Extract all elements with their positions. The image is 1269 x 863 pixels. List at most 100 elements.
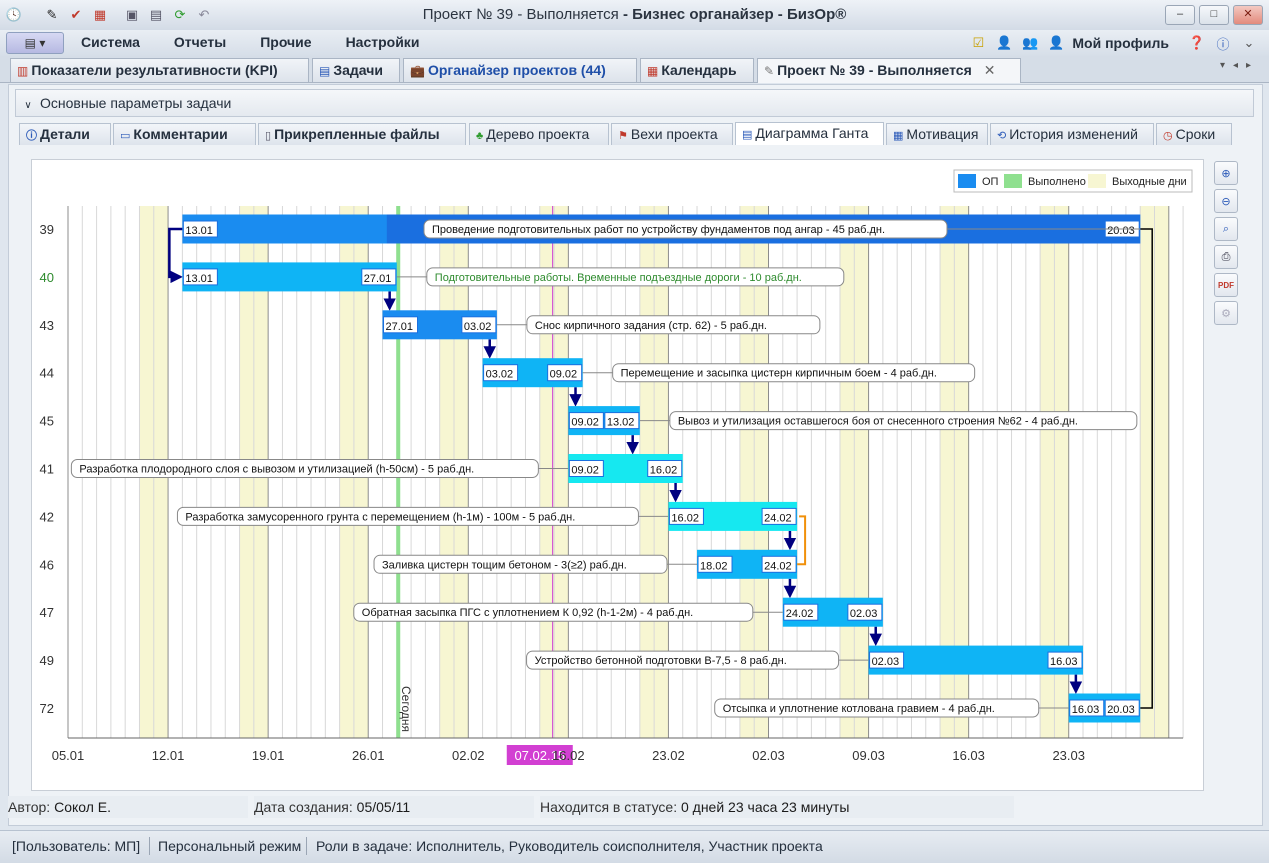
project-icon: ✎ [764,64,775,78]
subtab-history[interactable]: ⟲ История изменений [990,123,1154,145]
app-menu-button[interactable]: ▤ ▾ [6,32,64,54]
legend-swatch-done [1004,174,1022,188]
window-title-app: Бизнес органайзер - БизОр® [632,6,847,23]
minimize-button[interactable]: – [1165,5,1195,25]
print-icon[interactable]: ⎙ [1214,245,1238,269]
bar-start-date: 03.02 [486,369,514,381]
checklist-icon[interactable]: ☑ [968,33,988,53]
date-tick-label: 23.03 [1052,748,1085,763]
tab-tasks[interactable]: ▤ Задачи [312,58,400,82]
tree-icon: ♣ [476,130,484,142]
bar-start-date: 13.01 [185,225,213,237]
settings-gear-icon[interactable]: ⚙ [1214,301,1238,325]
tab-calendar[interactable]: ▦ Календарь [640,58,754,82]
tab-project-organizer-label: Органайзер проектов (44) [427,62,606,78]
date-tick-label: 19.01 [252,748,285,763]
menu-item-reports[interactable]: Отчеты [157,34,243,50]
date-tick-label: 02.02 [452,748,485,763]
legend-swatch-op [958,174,976,188]
about-icon[interactable]: ⓘ [1213,33,1233,53]
bar-end-date: 02.03 [850,608,878,620]
gantt-icon: ▤ [742,129,753,141]
gantt-chart[interactable]: Сегодня 13.01 20.03 13.01 27.01 27.01 03.02 03… [31,159,1204,791]
task-label: Разработка замусоренного грунта с переме… [185,511,575,523]
row-id-label: 44 [40,366,54,381]
legend-swatch-weekend [1088,174,1106,188]
chart-toolbar: ⊕ ⊖ ⌕ ⎙ PDF ⚙ [1214,161,1238,325]
task-info-bar: Автор: Сокол Е. Дата создания: 05/05/11 … [8,796,1261,820]
subtab-project-tree[interactable]: ♣ Дерево проекта [469,123,609,145]
motivation-icon: ▦ [893,130,904,142]
row-id-label: 45 [40,414,54,429]
subtab-deadlines[interactable]: ◷ Сроки [1156,123,1232,145]
pdf-icon[interactable]: PDF [1214,273,1238,297]
bar-end-date: 20.03 [1107,225,1135,237]
user-icon[interactable]: 👤 [994,33,1014,53]
date-tick-label: 26.01 [352,748,385,763]
author-field: Автор: Сокол Е. [8,796,248,818]
tab-navigation[interactable]: ▾◂▸ [1220,60,1259,71]
bar-end-date: 03.02 [464,321,492,333]
zoom-reset-icon[interactable]: ⌕ [1214,217,1238,241]
menu-item-system[interactable]: Система [64,34,157,50]
subtab-details[interactable]: ⓘ Детали [19,123,111,145]
subtab-milestones-label: Вехи проекта [630,126,718,142]
subtab-gantt-label: Диаграмма Ганта [755,125,869,141]
maximize-button[interactable]: □ [1199,5,1229,25]
bar-end-date: 16.02 [650,465,678,477]
zoom-in-icon[interactable]: ⊕ [1214,161,1238,185]
row-id-label: 46 [40,557,54,572]
my-profile-link[interactable]: Мой профиль [1072,35,1169,51]
menu-item-other[interactable]: Прочие [243,34,328,50]
status-duration-field: Находится в статусе: 0 дней 23 часа 23 м… [540,796,1014,818]
subtab-motivation[interactable]: ▦ Мотивация [886,123,988,145]
users-icon[interactable]: 👥 [1020,33,1040,53]
main-params-section[interactable]: ∨ Основные параметры задачи [15,89,1254,117]
date-tick-label: 23.02 [652,748,685,763]
author-label: Автор: [8,799,51,815]
close-window-button[interactable]: ✕ [1233,5,1263,25]
milestone-icon: ⚑ [618,130,628,142]
status-duration-label: Находится в статусе: [540,799,678,815]
created-field: Дата создания: 05/05/11 [254,796,534,818]
subtab-gantt[interactable]: ▤ Диаграмма Ганта [735,122,884,145]
subtab-attachments[interactable]: ▯ Прикрепленные файлы [258,123,466,145]
legend-label-weekend: Выходные дни [1112,176,1187,188]
subtab-comments-label: Комментарии [133,126,228,142]
weekend-band [1154,206,1169,738]
today-label: Сегодня [399,686,413,732]
tab-project-39[interactable]: ✎ Проект № 39 - Выполняется ✕ [757,58,1021,83]
close-tab-icon[interactable]: ✕ [984,62,996,78]
date-tick-label: 16.02 [552,748,585,763]
bar-end-date: 24.02 [764,512,792,524]
subtab-attachments-label: Прикрепленные файлы [274,126,440,142]
menu-item-settings[interactable]: Настройки [329,34,437,50]
date-tick-label: 05.01 [52,748,85,763]
author-value: Сокол Е. [54,799,112,815]
date-tick-label: 12.01 [152,748,185,763]
zoom-out-icon[interactable]: ⊖ [1214,189,1238,213]
row-id-label: 72 [40,701,54,716]
bar-end-date: 27.01 [364,273,392,285]
subtab-motivation-label: Мотивация [906,126,979,142]
tasks-icon: ▤ [319,64,331,78]
status-roles: Роли в задаче: Исполнитель, Руководитель… [316,838,823,854]
bar-end-date: 09.02 [550,369,578,381]
created-value: 05/05/11 [356,799,411,815]
task-label: Разработка плодородного слоя с вывозом и… [79,464,474,476]
help-icon[interactable]: ❓ [1187,33,1207,53]
status-separator [149,837,150,855]
tab-project-organizer[interactable]: 💼 Органайзер проектов (44) [403,58,637,82]
chevron-down-icon: ∨ [24,100,32,111]
info-icon: ⓘ [26,130,37,142]
tab-kpi[interactable]: ▥ Показатели результативности (KPI) [10,58,309,82]
comment-icon: ▭ [120,130,131,142]
title-bar: 🕓 ✎ ✔ ▦ ▣ ▤ ⟳ ↶ Проект № 39 - Выполняетс… [0,0,1269,31]
subtab-milestones[interactable]: ⚑ Вехи проекта [611,123,733,145]
subtab-comments[interactable]: ▭ Комментарии [113,123,256,145]
bar-start-date: 09.02 [571,465,599,477]
chevron-down-icon[interactable]: ⌄ [1239,33,1259,53]
row-id-label: 41 [40,462,54,477]
task-label: Перемещение и засыпка цистерн кирпичным … [621,368,937,380]
status-separator [306,837,307,855]
